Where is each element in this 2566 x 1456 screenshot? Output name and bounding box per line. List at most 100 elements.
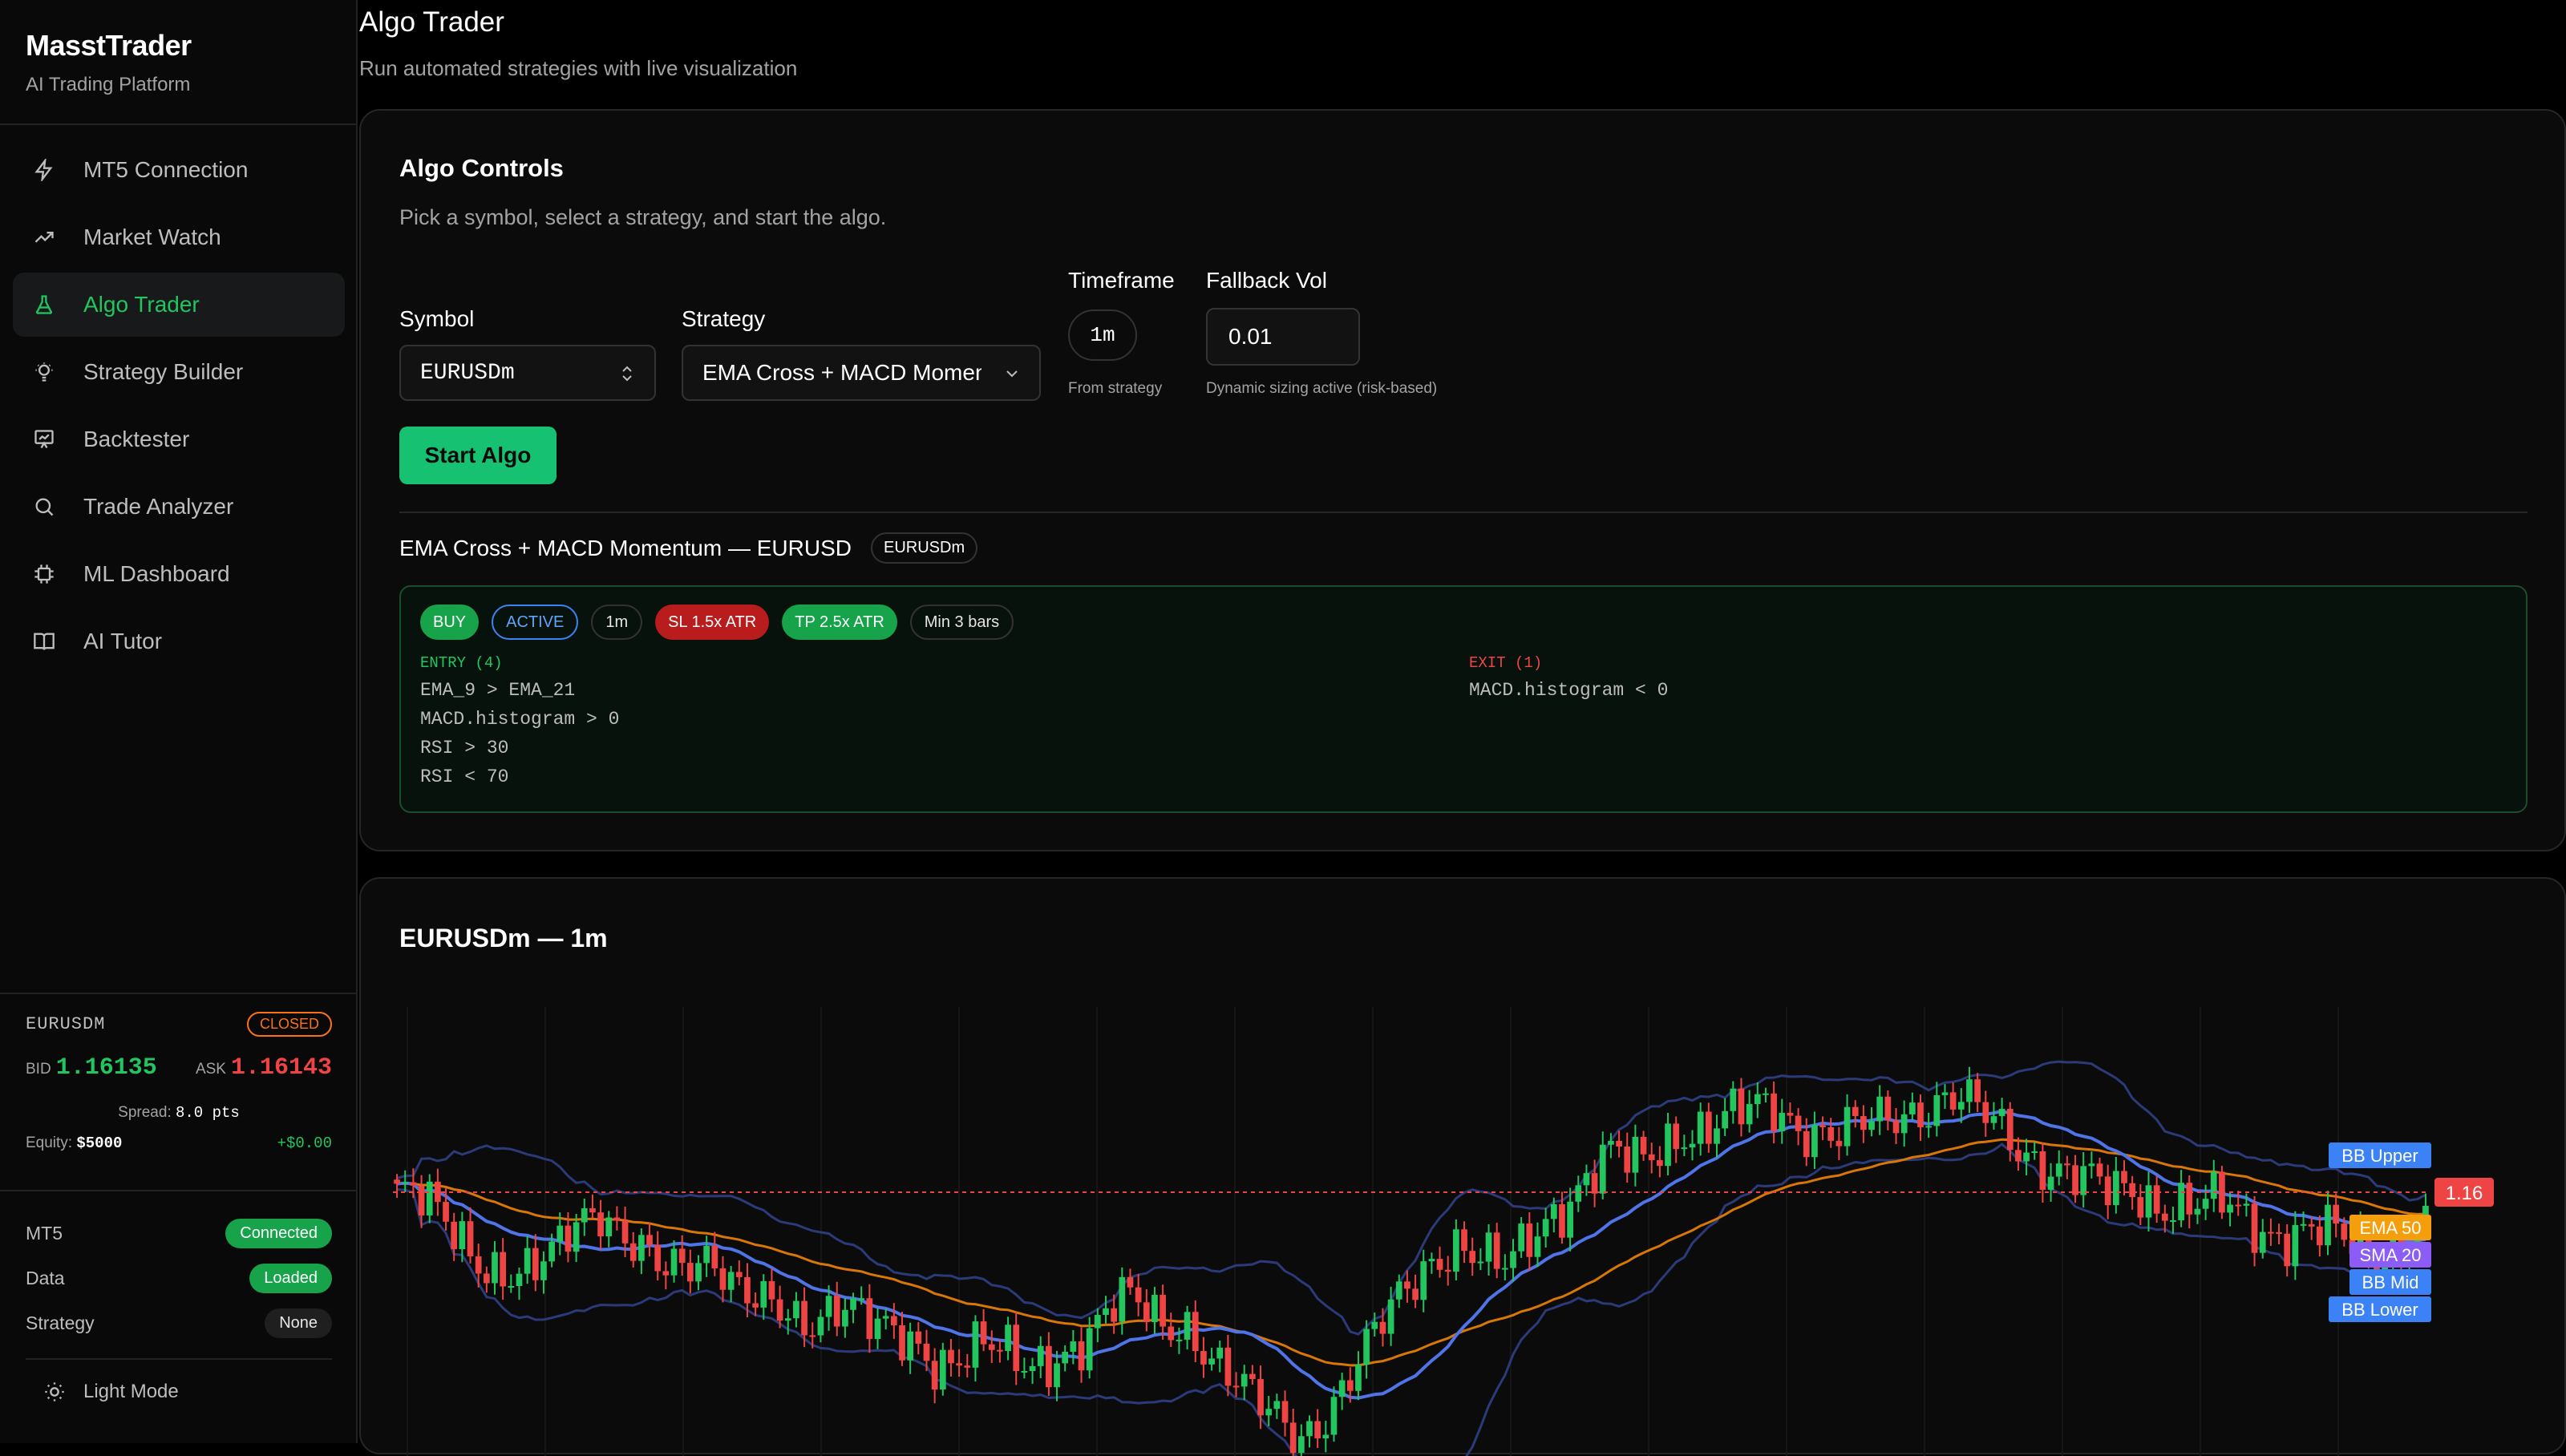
candle-body bbox=[1852, 1106, 1859, 1117]
sidebar-divider bbox=[0, 123, 358, 125]
candle-body bbox=[1827, 1126, 1835, 1141]
ticker-panel: EURUSDM CLOSED BID 1.16135 ASK 1.16143 Spr… bbox=[26, 1012, 332, 1152]
page-subtitle: Run automated strategies with live visua… bbox=[359, 56, 798, 80]
sidebar-item-label: Market Watch bbox=[83, 224, 221, 249]
candle-body bbox=[1908, 1102, 1916, 1114]
candle-body bbox=[1591, 1173, 1598, 1194]
candle-body bbox=[1493, 1232, 1500, 1269]
candle-body bbox=[1648, 1154, 1655, 1160]
candle-body bbox=[532, 1248, 539, 1280]
sidebar-item-backtester[interactable]: Backtester bbox=[13, 407, 345, 471]
candle-body bbox=[1583, 1173, 1590, 1186]
candle-body bbox=[2243, 1203, 2250, 1206]
candlestick-chart[interactable]: 1.16 BB Upper EMA 50 SMA 20 BB Mid BB Lower bbox=[393, 1007, 2510, 1456]
candle-body bbox=[1192, 1312, 1199, 1352]
candle-body bbox=[1518, 1223, 1525, 1252]
candle-body bbox=[483, 1273, 490, 1284]
chevron-down-icon bbox=[1006, 370, 1018, 378]
candle-body bbox=[613, 1217, 621, 1221]
status-label: Data bbox=[26, 1267, 65, 1288]
candle-body bbox=[1705, 1111, 1712, 1144]
page-title: Algo Trader bbox=[359, 6, 504, 38]
candle-body bbox=[1135, 1287, 1142, 1303]
sidebar-divider bbox=[0, 993, 358, 994]
candle-body bbox=[1322, 1434, 1330, 1439]
candle-body bbox=[2341, 1223, 2348, 1240]
candle-body bbox=[776, 1299, 783, 1321]
candle-body bbox=[1273, 1401, 1281, 1409]
app-tagline: AI Trading Platform bbox=[26, 74, 191, 95]
candle-body bbox=[825, 1296, 832, 1317]
candle-body bbox=[418, 1185, 425, 1215]
candle-body bbox=[508, 1285, 515, 1288]
candle-body bbox=[605, 1217, 613, 1237]
candle-body bbox=[646, 1235, 653, 1245]
start-algo-button[interactable]: Start Algo bbox=[399, 427, 557, 484]
candle-body bbox=[1257, 1379, 1264, 1416]
candle-body bbox=[2006, 1109, 2014, 1151]
candle-body bbox=[1297, 1436, 1305, 1454]
candle-body bbox=[426, 1181, 433, 1215]
lightbulb-icon bbox=[32, 360, 56, 384]
candle-body bbox=[1306, 1421, 1313, 1437]
candle-body bbox=[2268, 1232, 2274, 1234]
pnl-value: +$0.00 bbox=[277, 1134, 332, 1152]
sidebar-item-label: AI Tutor bbox=[83, 629, 163, 653]
candle-body bbox=[948, 1349, 954, 1364]
symbol-select[interactable]: EURUSDm bbox=[399, 345, 656, 401]
candle-body bbox=[842, 1309, 848, 1327]
candle-body bbox=[2325, 1204, 2331, 1246]
sidebar-item-trade-analyzer[interactable]: Trade Analyzer bbox=[13, 475, 345, 539]
candle-body bbox=[557, 1225, 564, 1242]
candle-body bbox=[1265, 1409, 1273, 1416]
candle-body bbox=[1722, 1110, 1729, 1129]
candle-body bbox=[638, 1235, 645, 1261]
candle-body bbox=[997, 1349, 1003, 1352]
candle-body bbox=[1681, 1147, 1688, 1150]
candle-body bbox=[735, 1272, 743, 1277]
sun-icon bbox=[45, 1382, 64, 1401]
candle-body bbox=[850, 1298, 856, 1310]
trending-up-icon bbox=[32, 225, 56, 249]
sidebar-item-ai-tutor[interactable]: AI Tutor bbox=[13, 609, 345, 673]
candle-body bbox=[1925, 1126, 1933, 1128]
sidebar-item-ml-dashboard[interactable]: ML Dashboard bbox=[13, 542, 345, 606]
candle-body bbox=[1689, 1143, 1696, 1148]
candle-body bbox=[1763, 1093, 1769, 1095]
candle-body bbox=[1461, 1229, 1467, 1252]
candle-body bbox=[2039, 1151, 2046, 1190]
candle-body bbox=[2276, 1232, 2282, 1234]
candle-body bbox=[2015, 1150, 2022, 1162]
candle-body bbox=[2259, 1232, 2266, 1253]
candle-body bbox=[2292, 1224, 2299, 1267]
candle-body bbox=[1160, 1294, 1166, 1327]
candle-body bbox=[1567, 1201, 1573, 1238]
candle-body bbox=[524, 1248, 531, 1274]
sidebar-item-label: ML Dashboard bbox=[83, 561, 230, 586]
candle-body bbox=[907, 1331, 914, 1361]
card-title: Algo Controls bbox=[399, 154, 564, 182]
candle-body bbox=[1982, 1102, 1989, 1123]
candle-body bbox=[719, 1268, 726, 1290]
candle-body bbox=[1444, 1269, 1451, 1272]
sidebar-item-mt5-connection[interactable]: MT5 Connection bbox=[13, 138, 345, 202]
entry-rule: EMA_9 > EMA_21 bbox=[420, 680, 576, 701]
candle-body bbox=[1876, 1096, 1884, 1122]
theme-toggle[interactable]: Light Mode bbox=[26, 1358, 332, 1424]
candle-body bbox=[1900, 1114, 1908, 1134]
candle-body bbox=[833, 1296, 840, 1327]
strategy-select[interactable]: EMA Cross + MACD Momentum bbox=[682, 345, 1041, 401]
sidebar-item-algo-trader[interactable]: Algo Trader bbox=[13, 273, 345, 337]
candle-body bbox=[784, 1318, 791, 1321]
candle-body bbox=[1526, 1223, 1533, 1257]
candle-body bbox=[1998, 1109, 2005, 1117]
sidebar-item-market-watch[interactable]: Market Watch bbox=[13, 205, 345, 269]
fallback-vol-input[interactable]: 0.01 bbox=[1206, 308, 1360, 366]
sidebar-item-strategy-builder[interactable]: Strategy Builder bbox=[13, 340, 345, 404]
candle-body bbox=[2137, 1197, 2144, 1218]
candle-body bbox=[1062, 1351, 1069, 1364]
candle-body bbox=[1094, 1315, 1101, 1329]
sidebar-nav: MT5 Connection Market Watch Algo Trader … bbox=[13, 138, 345, 677]
candle-body bbox=[2072, 1165, 2078, 1195]
brand: MasstTrader AI Trading Platform bbox=[26, 29, 192, 96]
